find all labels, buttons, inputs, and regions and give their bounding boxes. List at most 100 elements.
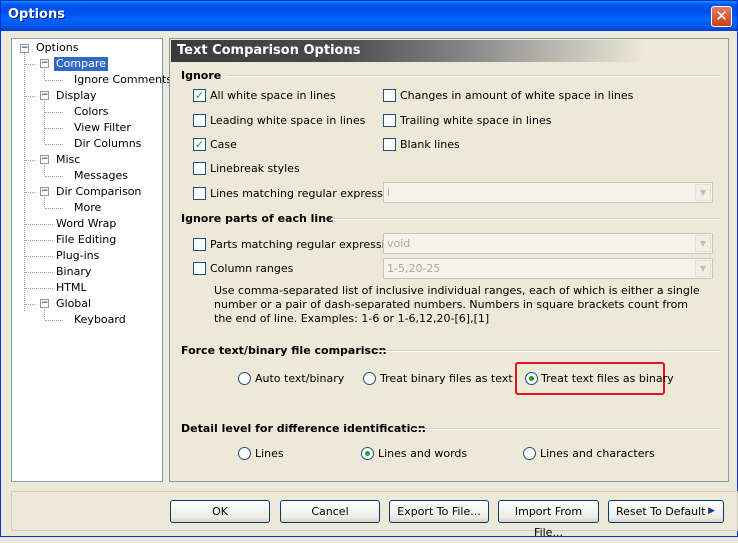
tree-item-compare[interactable]: Compare — [54, 57, 108, 71]
collapse-icon[interactable]: − — [40, 59, 49, 68]
lines-matching-combo[interactable]: i ▼ — [383, 182, 713, 203]
column-ranges-checkbox[interactable] — [193, 262, 206, 275]
parts-matching-combo[interactable]: void ▼ — [383, 233, 713, 254]
column-ranges-help-text: Use comma-separated list of inclusive in… — [214, 284, 700, 325]
chevron-down-icon[interactable]: ▼ — [695, 184, 711, 201]
tree-item-keyboard[interactable]: Keyboard — [74, 313, 126, 327]
tree-line — [25, 240, 53, 241]
export-to-file-button[interactable]: Export To File... — [389, 500, 489, 523]
radio-selected-dot — [365, 451, 370, 456]
tree-line — [45, 176, 63, 177]
detail-lines-chars-label: Lines and characters — [540, 447, 655, 460]
tree-item-global[interactable]: Global — [56, 297, 91, 311]
reset-to-default-button[interactable]: Reset To Default ▶ — [608, 500, 724, 523]
tree-line — [25, 272, 53, 273]
chevron-down-icon[interactable]: ▼ — [695, 260, 711, 277]
ok-button[interactable]: OK — [170, 500, 270, 523]
tree-item-display[interactable]: Display — [56, 89, 97, 103]
blank-lines-label: Blank lines — [400, 138, 460, 151]
tree-item-more[interactable]: More — [74, 201, 101, 215]
tree-line — [45, 80, 63, 81]
tree-item-word-wrap[interactable]: Word Wrap — [56, 217, 116, 231]
collapse-icon[interactable]: − — [40, 155, 49, 164]
tree-line — [44, 69, 45, 79]
text-as-binary-radio[interactable] — [525, 372, 538, 385]
leading-white-checkbox[interactable] — [193, 114, 206, 127]
title-bar[interactable]: Options ✕ — [1, 1, 737, 31]
parts-matching-label: Parts matching regular expression — [210, 238, 399, 251]
tree-item-plugins[interactable]: Plug-ins — [56, 249, 99, 263]
blank-lines-checkbox[interactable] — [383, 138, 396, 151]
tree-line — [25, 288, 53, 289]
close-icon[interactable]: ✕ — [711, 6, 732, 27]
group-detail-title: Detail level for difference identificati… — [181, 422, 426, 435]
all-white-space-label: All white space in lines — [210, 89, 336, 102]
case-checkbox[interactable]: ✓ — [193, 138, 206, 151]
tree-item-file-editing[interactable]: File Editing — [56, 233, 116, 247]
collapse-icon[interactable]: − — [40, 299, 49, 308]
tree-item-misc[interactable]: Misc — [56, 153, 80, 167]
lines-matching-value: i — [387, 186, 391, 199]
tree-item-colors[interactable]: Colors — [74, 105, 108, 119]
changes-amount-checkbox[interactable] — [383, 89, 396, 102]
tree-item-options[interactable]: Options — [36, 41, 78, 55]
reset-to-default-label: Reset To Default — [616, 505, 706, 518]
options-window: Options ✕ − Options − Compare Ignore Com… — [0, 0, 738, 539]
tree-item-html[interactable]: HTML — [56, 281, 87, 295]
chevron-right-icon: ▶ — [708, 506, 715, 516]
tree-item-binary[interactable]: Binary — [56, 265, 91, 279]
trailing-white-checkbox[interactable] — [383, 114, 396, 127]
tree-line — [25, 224, 53, 225]
all-white-space-checkbox[interactable]: ✓ — [193, 89, 206, 102]
parts-matching-checkbox[interactable] — [193, 238, 206, 251]
detail-lines-words-radio[interactable] — [361, 447, 374, 460]
group-separator — [376, 350, 720, 352]
panel-header: Text Comparison Options — [171, 40, 727, 62]
linebreak-label: Linebreak styles — [210, 162, 300, 175]
binary-as-text-radio[interactable] — [363, 372, 376, 385]
tree-line — [45, 320, 63, 321]
collapse-icon[interactable]: − — [40, 91, 49, 100]
tree-line — [44, 101, 45, 143]
column-ranges-combo[interactable]: 1-5,20-25 ▼ — [383, 258, 713, 279]
case-label: Case — [210, 138, 237, 151]
tree-line — [45, 128, 63, 129]
tree-item-messages[interactable]: Messages — [74, 169, 128, 183]
column-ranges-label: Column ranges — [210, 262, 294, 275]
linebreak-checkbox[interactable] — [193, 162, 206, 175]
group-force-title: Force text/binary file comparison — [181, 344, 387, 357]
group-ignore-parts-title: Ignore parts of each line — [181, 212, 334, 225]
tree-item-view-filter[interactable]: View Filter — [74, 121, 131, 135]
collapse-icon[interactable]: − — [40, 187, 49, 196]
tree-line — [25, 96, 35, 97]
changes-amount-label: Changes in amount of white space in line… — [400, 89, 634, 102]
tree-line — [45, 112, 63, 113]
import-from-file-button[interactable]: Import From File... — [498, 500, 599, 539]
detail-lines-chars-radio[interactable] — [523, 447, 536, 460]
chevron-down-icon[interactable]: ▼ — [695, 235, 711, 252]
detail-lines-words-label: Lines and words — [378, 447, 468, 460]
detail-lines-radio[interactable] — [238, 447, 251, 460]
group-ignore-title: Ignore — [181, 69, 222, 82]
auto-text-binary-radio[interactable] — [238, 372, 251, 385]
tree-line — [25, 192, 35, 193]
tree-line — [25, 304, 35, 305]
cancel-button[interactable]: Cancel — [280, 500, 380, 523]
radio-selected-dot — [529, 376, 534, 381]
binary-as-text-label: Treat binary files as text — [380, 372, 513, 385]
tree-item-ignore-comments[interactable]: Ignore Comments — [74, 73, 172, 87]
lines-matching-checkbox[interactable] — [193, 187, 206, 200]
collapse-icon[interactable]: − — [20, 44, 29, 53]
parts-matching-value: void — [387, 237, 411, 250]
trailing-white-label: Trailing white space in lines — [400, 114, 552, 127]
tree-line — [45, 144, 63, 145]
group-separator — [226, 75, 720, 77]
text-as-binary-label: Treat text files as binary — [541, 372, 674, 385]
tree-line — [44, 197, 45, 207]
text-comparison-panel: Text Comparison Options Ignore ✓ All whi… — [169, 38, 729, 482]
leading-white-label: Leading white space in lines — [210, 114, 366, 127]
options-tree[interactable]: − Options − Compare Ignore Comments − Di… — [11, 38, 172, 482]
tree-item-dir-comparison[interactable]: Dir Comparison — [56, 185, 141, 199]
tree-line — [25, 160, 35, 161]
tree-item-dir-columns[interactable]: Dir Columns — [74, 137, 141, 151]
